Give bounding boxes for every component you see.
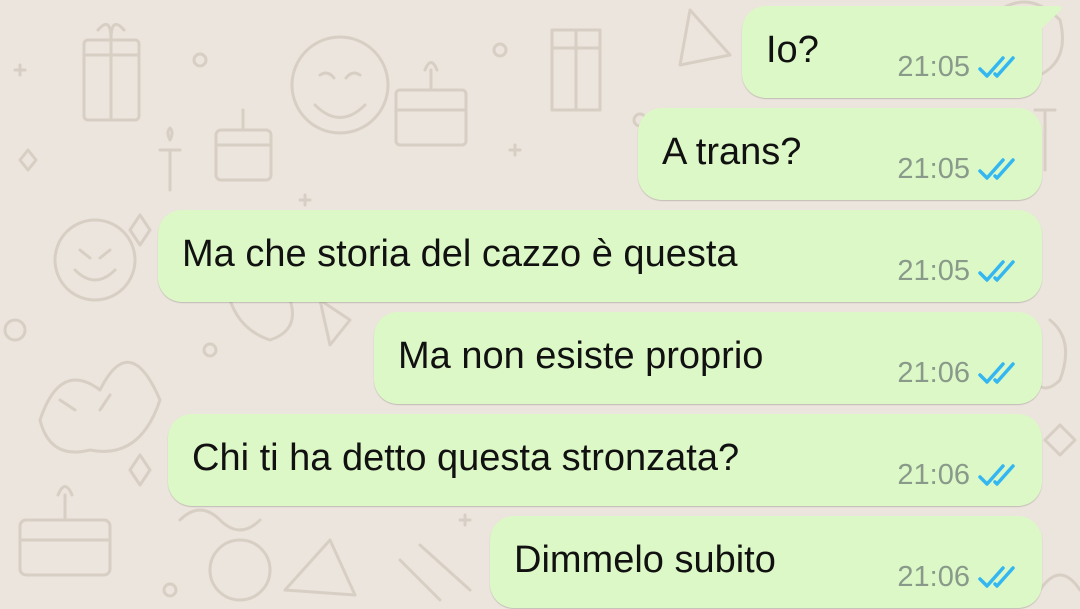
message-meta: 21:06 xyxy=(897,560,1020,594)
message-time: 21:05 xyxy=(897,153,970,185)
message-text: Chi ti ha detto questa stronzata? xyxy=(192,437,740,479)
message-time: 21:06 xyxy=(897,459,970,491)
message-meta: 21:05 xyxy=(897,50,1020,84)
message-text: A trans? xyxy=(662,131,802,173)
message-meta: 21:06 xyxy=(897,356,1020,390)
message-time: 21:06 xyxy=(897,357,970,389)
message-text: Ma non esiste proprio xyxy=(398,335,764,377)
message-time: 21:05 xyxy=(897,255,970,287)
double-check-icon xyxy=(978,56,1015,78)
double-check-icon xyxy=(978,260,1015,282)
message-list: Io? 21:05 A trans? 21:05 Ma che storia d… xyxy=(0,0,1080,609)
message-meta: 21:05 xyxy=(897,152,1020,186)
double-check-icon xyxy=(978,158,1015,180)
message-meta: 21:05 xyxy=(897,254,1020,288)
message-bubble[interactable]: A trans? 21:05 xyxy=(638,108,1042,200)
message-bubble[interactable]: Dimmelo subito 21:06 xyxy=(490,516,1042,608)
message-time: 21:06 xyxy=(897,561,970,593)
message-time: 21:05 xyxy=(897,51,970,83)
double-check-icon xyxy=(978,362,1015,384)
message-bubble[interactable]: Ma non esiste proprio 21:06 xyxy=(374,312,1042,404)
message-bubble[interactable]: Ma che storia del cazzo è questa 21:05 xyxy=(158,210,1042,302)
double-check-icon xyxy=(978,464,1015,486)
message-text: Ma che storia del cazzo è questa xyxy=(182,233,738,275)
message-text: Dimmelo subito xyxy=(514,539,776,581)
message-meta: 21:06 xyxy=(897,458,1020,492)
message-text: Io? xyxy=(766,29,819,71)
bubble-tail xyxy=(1030,6,1062,28)
message-bubble[interactable]: Io? 21:05 xyxy=(742,6,1062,98)
double-check-icon xyxy=(978,566,1015,588)
message-bubble[interactable]: Chi ti ha detto questa stronzata? 21:06 xyxy=(168,414,1042,506)
